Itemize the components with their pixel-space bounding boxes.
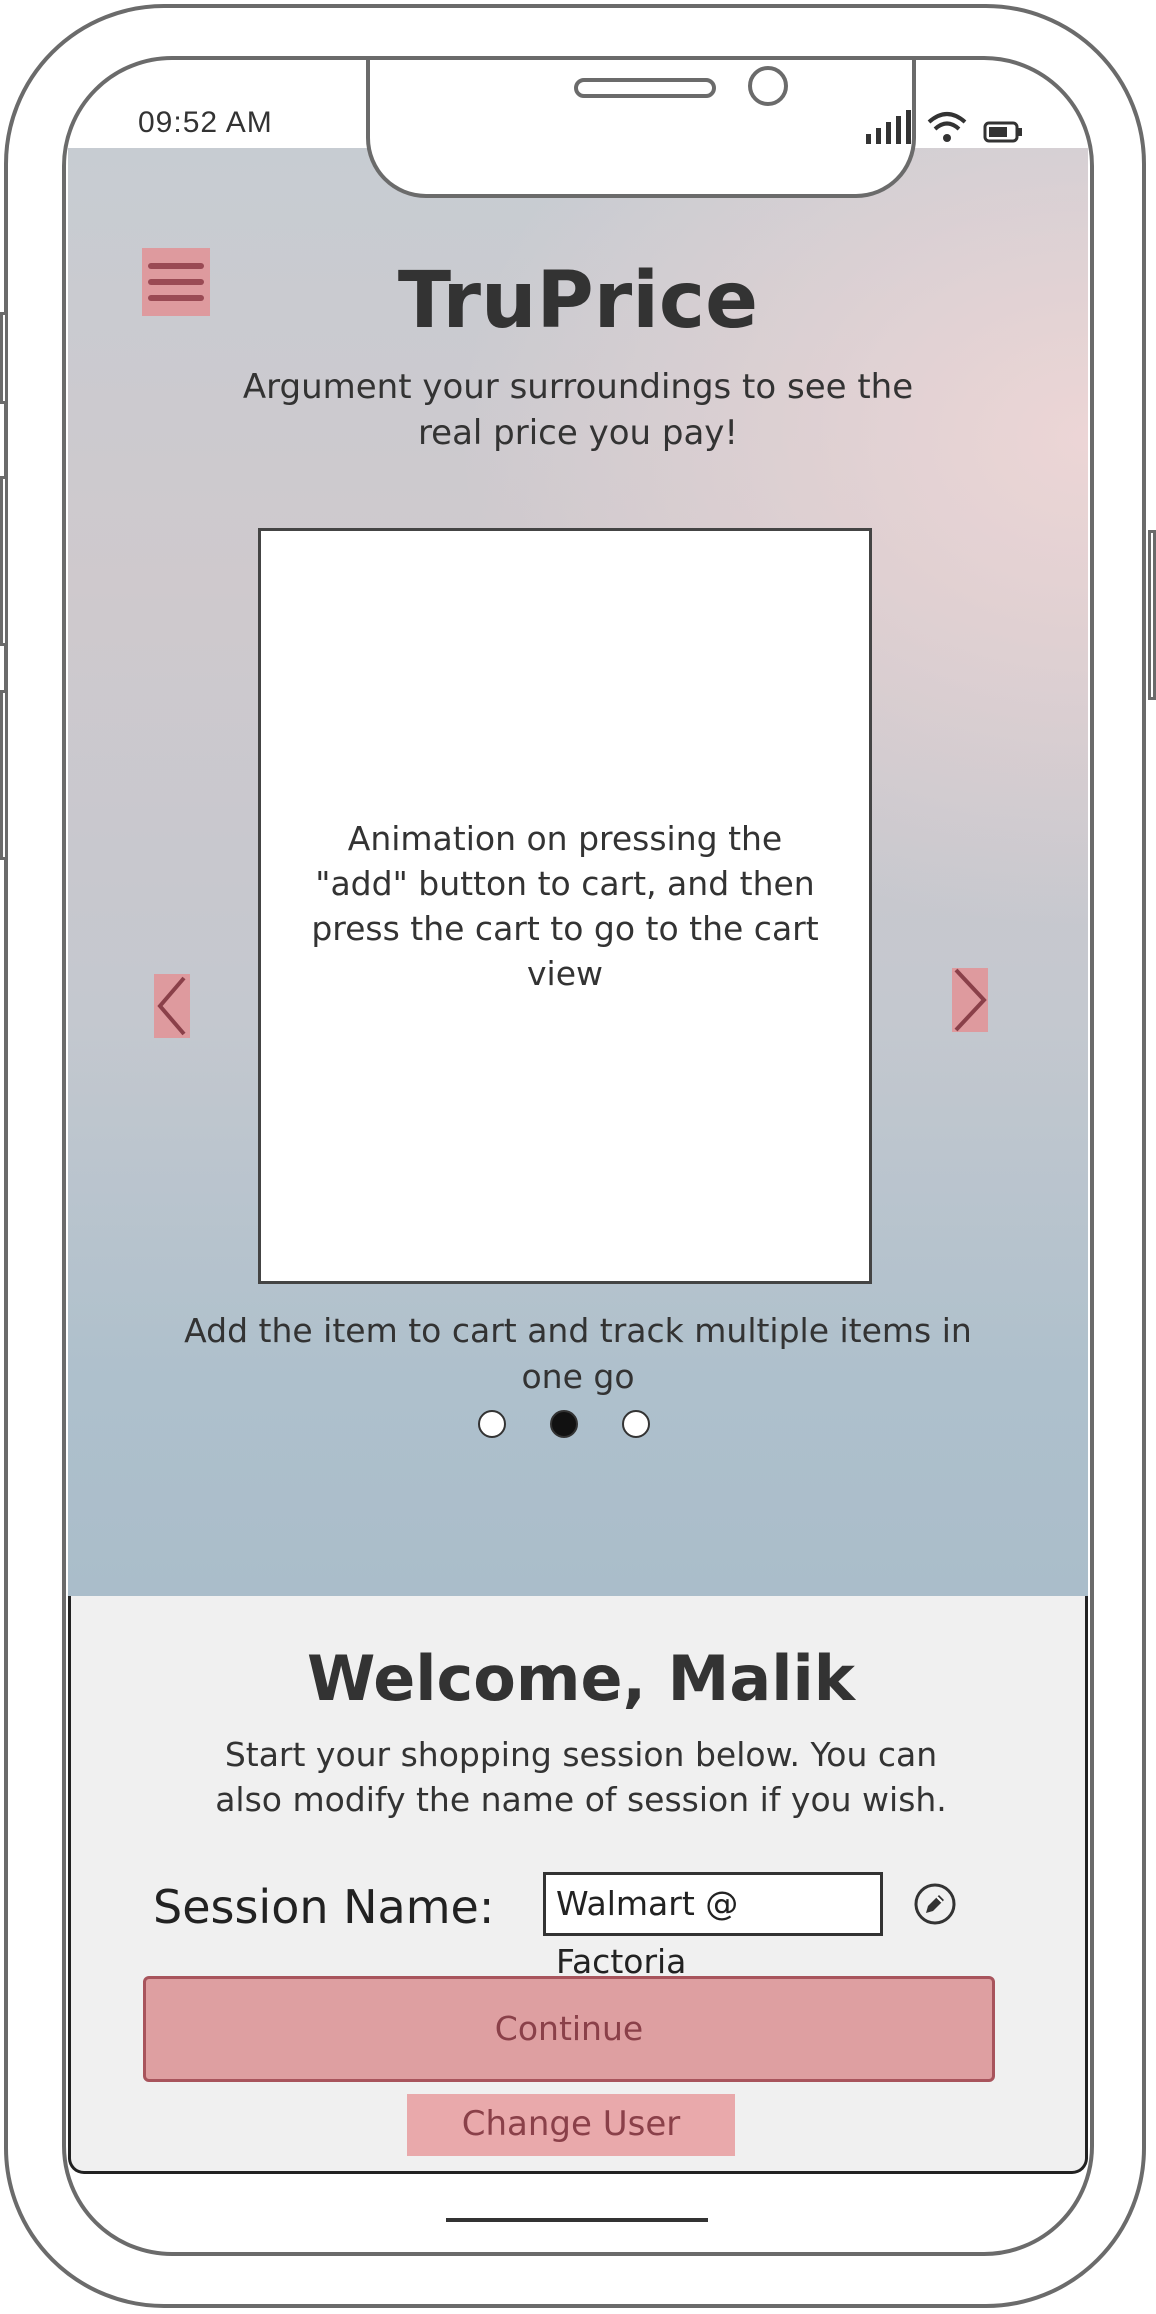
chevron-right-icon <box>954 968 987 1032</box>
change-user-button[interactable]: Change User <box>407 2094 735 2156</box>
front-camera <box>748 66 788 106</box>
hero-section: TruPrice Argument your surroundings to s… <box>68 148 1088 1598</box>
device-notch <box>366 60 916 198</box>
welcome-subtext: Start your shopping session below. You c… <box>215 1735 947 1819</box>
side-button-volume-down <box>0 690 8 860</box>
cellular-signal-icon <box>866 110 911 144</box>
status-time: 09:52 AM <box>138 106 273 139</box>
speaker-grille <box>574 78 716 98</box>
phone-screen: TruPrice Argument your surroundings to s… <box>62 56 1094 2256</box>
wifi-icon <box>927 112 967 142</box>
session-name-input[interactable]: Walmart @ Factoria <box>543 1872 883 1981</box>
app-title: TruPrice <box>397 256 759 346</box>
carousel-next-button[interactable] <box>952 968 988 1032</box>
carousel-dot-1[interactable] <box>478 1410 506 1438</box>
carousel-preview-card: Animation on pressing the "add" button t… <box>258 528 872 1284</box>
session-name-label: Session Name: <box>153 1880 495 1934</box>
side-button-power <box>1148 530 1156 700</box>
continue-button[interactable]: Continue <box>143 1976 995 2082</box>
welcome-heading: Welcome, Malik <box>307 1642 855 1715</box>
side-button-volume-up <box>0 476 8 646</box>
carousel-dot-3[interactable] <box>622 1410 650 1438</box>
status-icons <box>866 100 1023 144</box>
carousel-prev-button[interactable] <box>154 974 190 1038</box>
carousel-preview-text: Animation on pressing the "add" button t… <box>311 819 819 993</box>
welcome-panel: Welcome, Malik Start your shopping sessi… <box>68 1596 1088 2174</box>
carousel-caption: Add the item to cart and track multiple … <box>184 1311 972 1396</box>
carousel-dot-2[interactable] <box>550 1410 578 1438</box>
pencil-edit-icon[interactable] <box>913 1882 957 1926</box>
app-tagline: Argument your surroundings to see the re… <box>242 367 914 453</box>
chevron-left-icon <box>157 976 186 1036</box>
battery-icon <box>983 121 1022 143</box>
side-button-silent <box>0 312 8 404</box>
carousel-pagination <box>478 1410 650 1438</box>
home-indicator[interactable] <box>446 2218 708 2222</box>
